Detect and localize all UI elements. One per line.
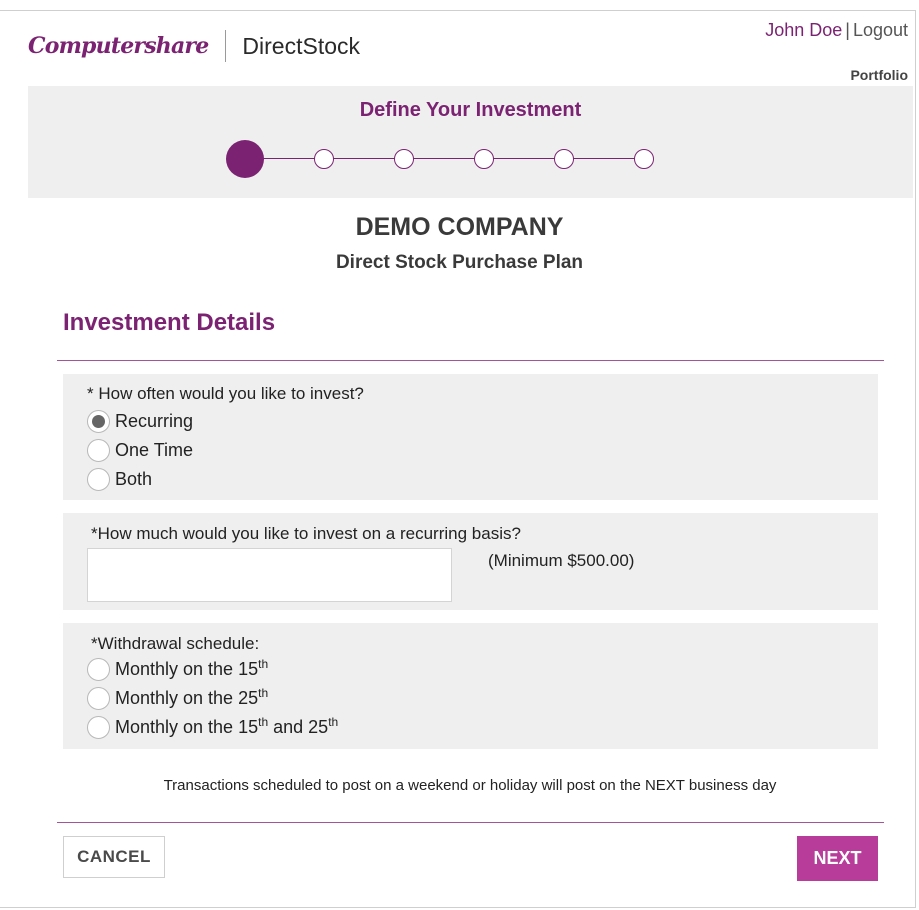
radio-one-time[interactable] bbox=[87, 439, 110, 462]
frequency-option-both[interactable]: Both bbox=[87, 467, 152, 492]
product-name: DirectStock bbox=[242, 32, 361, 59]
radio-label: Monthly on the 15th and 25th bbox=[115, 715, 339, 737]
user-links-separator: | bbox=[845, 20, 850, 40]
brand: Computershare DirectStock bbox=[28, 30, 360, 62]
plan-name: Direct Stock Purchase Plan bbox=[335, 252, 584, 273]
radio-label: Monthly on the 25th bbox=[115, 686, 269, 708]
step-4-indicator bbox=[474, 149, 494, 169]
schedule-option-15th[interactable]: Monthly on the 15th bbox=[87, 657, 268, 682]
schedule-panel: *Withdrawal schedule: Monthly on the 15t… bbox=[63, 623, 878, 749]
schedule-question: *Withdrawal schedule: bbox=[91, 634, 260, 653]
logout-link[interactable]: Logout bbox=[853, 20, 908, 40]
step-1-indicator bbox=[226, 140, 264, 178]
step-connector-line bbox=[246, 158, 648, 159]
amount-input[interactable] bbox=[87, 548, 452, 602]
next-button[interactable]: NEXT bbox=[797, 836, 878, 881]
computershare-logo[interactable]: Computershare bbox=[28, 33, 209, 59]
radio-25th[interactable] bbox=[87, 687, 110, 710]
wizard-title: Define Your Investment bbox=[359, 99, 582, 121]
amount-question: *How much would you like to invest on a … bbox=[91, 524, 521, 543]
amount-panel: *How much would you like to invest on a … bbox=[63, 513, 878, 610]
frequency-option-recurring[interactable]: Recurring bbox=[87, 409, 193, 434]
schedule-option-25th[interactable]: Monthly on the 25th bbox=[87, 686, 268, 711]
radio-label: Monthly on the 15th bbox=[115, 657, 269, 679]
section-divider-bottom bbox=[57, 822, 884, 823]
radio-both[interactable] bbox=[87, 468, 110, 491]
frequency-panel: * How often would you like to invest? Re… bbox=[63, 374, 878, 500]
radio-recurring[interactable] bbox=[87, 410, 110, 433]
radio-15th-and-25th[interactable] bbox=[87, 716, 110, 739]
radio-label: Recurring bbox=[115, 411, 194, 431]
section-title: Investment Details bbox=[63, 309, 276, 336]
minimum-note: (Minimum $500.00) bbox=[488, 551, 635, 570]
step-3-indicator bbox=[394, 149, 414, 169]
company-name: DEMO COMPANY bbox=[355, 213, 564, 241]
section-divider-top bbox=[57, 360, 884, 361]
user-name-link[interactable]: John Doe bbox=[765, 20, 842, 40]
cancel-button[interactable]: CANCEL bbox=[63, 836, 165, 878]
step-track bbox=[226, 140, 658, 178]
radio-label: One Time bbox=[115, 440, 194, 460]
radio-15th[interactable] bbox=[87, 658, 110, 681]
step-2-indicator bbox=[314, 149, 334, 169]
user-links: John Doe | Logout bbox=[765, 20, 908, 41]
schedule-option-15th-and-25th[interactable]: Monthly on the 15th and 25th bbox=[87, 715, 338, 740]
brand-divider bbox=[225, 30, 227, 62]
frequency-option-one-time[interactable]: One Time bbox=[87, 438, 193, 463]
step-5-indicator bbox=[554, 149, 574, 169]
step-6-indicator bbox=[634, 149, 654, 169]
portfolio-link[interactable]: Portfolio bbox=[850, 67, 908, 83]
radio-label: Both bbox=[115, 469, 153, 489]
frequency-question: * How often would you like to invest? bbox=[87, 384, 364, 403]
business-day-note: Transactions scheduled to post on a week… bbox=[163, 777, 777, 794]
wizard-progress: Define Your Investment bbox=[28, 86, 913, 198]
